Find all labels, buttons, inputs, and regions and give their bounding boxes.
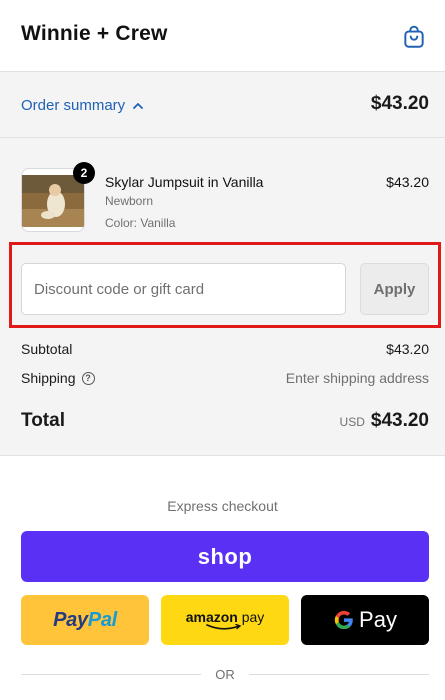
subtotal-row: Subtotal $43.20	[21, 341, 429, 357]
shipping-row: Shipping ? Enter shipping address	[21, 370, 429, 386]
shop-pay-button[interactable]: shop	[21, 531, 429, 582]
or-label: OR	[215, 666, 235, 682]
google-pay-button[interactable]: Pay	[301, 595, 429, 645]
divider-line-left	[21, 673, 202, 675]
google-pay-label: Pay	[359, 607, 397, 632]
store-name[interactable]: Winnie + Crew	[21, 22, 168, 46]
shipping-label: Shipping	[21, 370, 76, 386]
subtotal-label: Subtotal	[21, 341, 73, 357]
subtotal-value: $43.20	[386, 341, 429, 357]
product-price: $43.20	[386, 174, 429, 190]
express-checkout-title: Express checkout	[167, 498, 278, 514]
chevron-up-icon	[133, 103, 144, 109]
amazon-pay-logo: amazon pay	[186, 610, 264, 631]
order-summary-panel: 2 Skylar Jumpsuit in Vanilla Newborn Col…	[0, 138, 445, 456]
product-color: Color: Vanilla	[105, 216, 176, 230]
order-summary-label: Order summary	[21, 97, 126, 114]
shipping-value: Enter shipping address	[285, 370, 429, 386]
discount-code-input[interactable]	[21, 263, 346, 315]
total-amount: $43.20	[370, 410, 429, 431]
paypal-button[interactable]: PayPal	[21, 595, 149, 645]
order-summary-total: $43.20	[370, 93, 429, 114]
product-variant: Newborn	[105, 194, 154, 208]
google-g-icon	[334, 610, 353, 630]
order-summary-bar: Order summary $43.20	[0, 72, 445, 138]
product-name: Skylar Jumpsuit in Vanilla	[105, 174, 264, 190]
question-circle-icon[interactable]: ?	[81, 371, 95, 385]
total-amount-group: USD $43.20	[340, 410, 429, 432]
total-row: Total USD $43.20	[21, 410, 429, 432]
amazon-smile-icon	[206, 623, 242, 630]
currency-code: USD	[339, 415, 365, 429]
line-item: 2 Skylar Jumpsuit in Vanilla Newborn Col…	[21, 162, 429, 238]
apply-discount-button[interactable]: Apply	[360, 263, 429, 315]
checkout-header: Winnie + Crew	[0, 0, 445, 72]
order-summary-toggle[interactable]: Order summary	[21, 97, 144, 114]
google-pay-logo: Pay	[333, 607, 397, 633]
shipping-label-group: Shipping ?	[21, 370, 95, 386]
amazon-pay-button[interactable]: amazon pay	[161, 595, 289, 645]
shopping-bag-icon[interactable]	[401, 24, 427, 50]
quantity-badge: 2	[73, 162, 95, 184]
divider-line-right	[248, 673, 429, 675]
total-label: Total	[21, 410, 65, 431]
paypal-logo: PayPal	[53, 608, 117, 631]
or-divider: OR	[21, 664, 429, 684]
shop-pay-logo: shop	[197, 543, 253, 569]
